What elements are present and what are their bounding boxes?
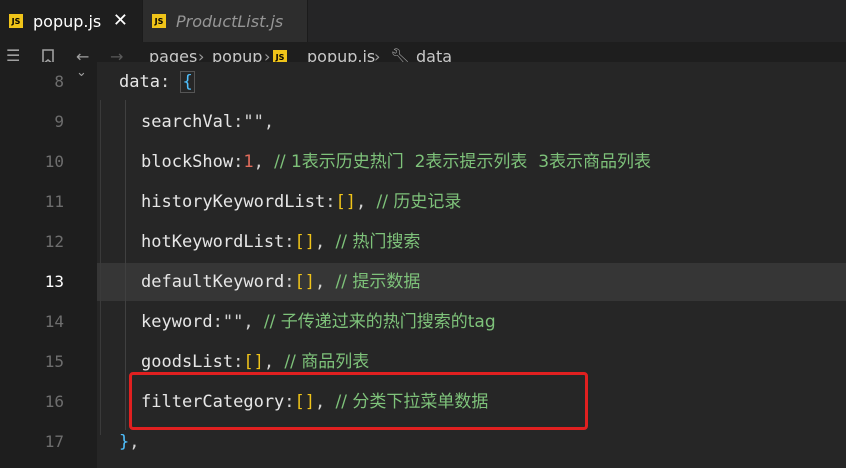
code-line[interactable]: }, <box>119 431 140 453</box>
tab-popup-js[interactable]: JS popup.js ✕ <box>0 0 143 42</box>
tab-bar: JS popup.js ✕ JS ProductList.js <box>0 0 846 42</box>
code-comment: // 历史记录 <box>376 192 462 212</box>
code-line[interactable]: keyword:"", // 子传递过来的热门搜索的tag <box>141 311 496 333</box>
chevron-down-icon[interactable]: ⌄ <box>76 65 87 80</box>
line-number: 10 <box>44 152 64 171</box>
matched-brace: { <box>180 71 195 93</box>
line-number: 12 <box>44 232 64 251</box>
line-number: 9 <box>54 112 64 131</box>
code-line[interactable]: hotKeywordList:[], // 热门搜索 <box>141 231 420 253</box>
code-comment: // 提示数据 <box>335 272 421 292</box>
line-number: 14 <box>44 312 64 331</box>
indent-guide <box>100 100 101 435</box>
annotation-highlight-box <box>129 372 588 430</box>
tab-label: popup.js <box>33 11 102 31</box>
js-file-icon: JS <box>9 14 23 28</box>
tab-productlist-js[interactable]: JS ProductList.js <box>143 0 308 42</box>
line-number-current: 13 <box>44 272 64 291</box>
code-comment: // 1表示历史热门 2表示提示列表 3表示商品列表 <box>274 152 652 172</box>
code-line[interactable]: data: { <box>119 71 195 93</box>
tab-label: ProductList.js <box>176 11 284 31</box>
line-number: 17 <box>44 432 64 451</box>
close-icon[interactable]: ✕ <box>113 10 128 31</box>
code-line-current[interactable]: defaultKeyword:[], // 提示数据 <box>141 271 420 293</box>
line-number: 16 <box>44 392 64 411</box>
js-file-icon: JS <box>152 14 166 28</box>
line-number: 15 <box>44 352 64 371</box>
code-comment: // 热门搜索 <box>335 232 421 252</box>
code-line[interactable]: blockShow:1, // 1表示历史热门 2表示提示列表 3表示商品列表 <box>141 151 651 173</box>
line-number: 8 <box>54 72 64 91</box>
code-line[interactable]: historyKeywordList:[], // 历史记录 <box>141 191 461 213</box>
code-line[interactable]: searchVal:"", <box>141 111 274 133</box>
line-number: 11 <box>44 192 64 211</box>
code-comment: // 商品列表 <box>284 352 370 372</box>
indent-guide <box>125 100 126 430</box>
code-comment: // 子传递过来的热门搜索的tag <box>263 312 496 332</box>
code-line[interactable]: goodsList:[], // 商品列表 <box>141 351 369 373</box>
